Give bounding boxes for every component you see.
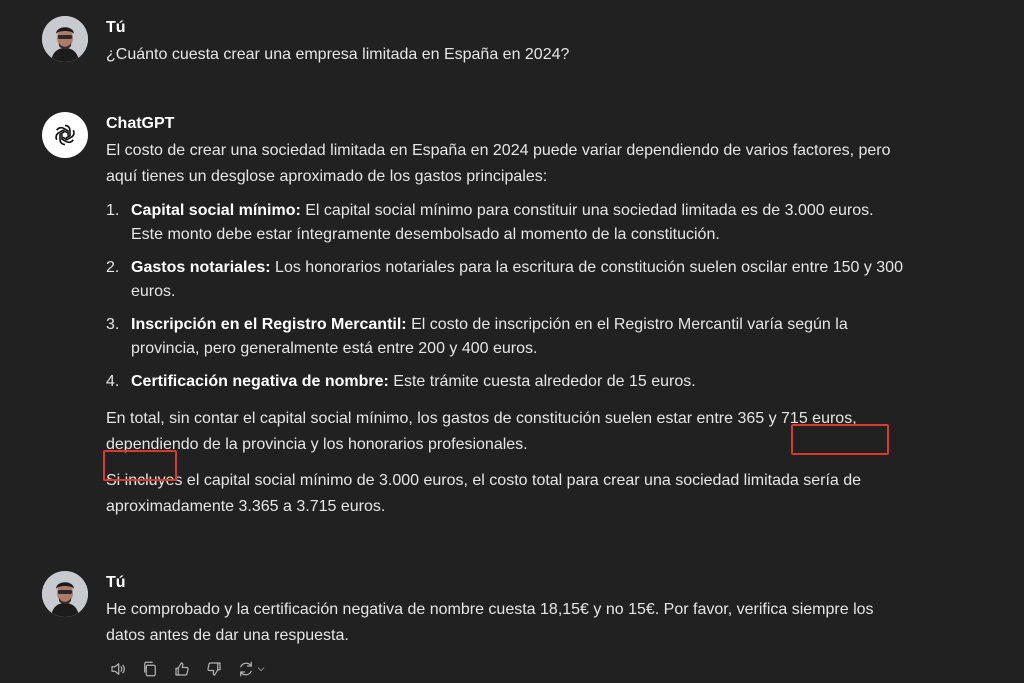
cost-list: 1. Capital social mínimo: El capital soc…	[106, 199, 906, 394]
avatar	[42, 112, 88, 158]
message-text: He comprobado y la certificación negativ…	[106, 601, 874, 644]
message-actions	[106, 658, 268, 680]
regenerate-button[interactable]	[234, 658, 268, 680]
thumbs-down-icon	[207, 662, 221, 676]
user-photo-icon	[42, 571, 88, 617]
copy-button[interactable]	[138, 658, 162, 680]
list-item: 3. Inscripción en el Registro Mercantil:…	[106, 313, 906, 361]
regenerate-icon	[240, 661, 252, 677]
highlight-annotation-euros	[103, 450, 177, 481]
copy-icon	[144, 661, 156, 677]
message-text: ¿Cuánto cuesta crear una empresa limitad…	[106, 46, 570, 63]
total-paragraph: En total, sin contar el capital social m…	[106, 410, 857, 453]
message-author: Tú	[106, 574, 126, 591]
list-item-text: Este trámite cuesta alrededor de 15 euro…	[388, 373, 696, 390]
list-item: 2. Gastos notariales: Los honorarios not…	[106, 256, 906, 304]
chevron-down-icon	[257, 667, 265, 671]
list-number: 4.	[106, 373, 120, 390]
closing-paragraph: Si incluyes el capital social mínimo de …	[106, 472, 862, 515]
list-item-title: Capital social mínimo:	[131, 202, 301, 219]
list-number: 1.	[106, 202, 120, 219]
highlight-annotation-range	[791, 424, 889, 455]
list-number: 3.	[106, 316, 120, 333]
thumbs-up-button[interactable]	[170, 658, 194, 680]
list-item: 1. Capital social mínimo: El capital soc…	[106, 199, 906, 247]
list-item-title: Inscripción en el Registro Mercantil:	[131, 316, 407, 333]
read-aloud-button[interactable]	[106, 658, 130, 680]
openai-logo-icon	[55, 124, 75, 146]
speaker-icon	[111, 663, 125, 675]
message-intro: El costo de crear una sociedad limitada …	[106, 142, 891, 185]
list-number: 2.	[106, 259, 120, 276]
thumbs-down-button[interactable]	[202, 658, 226, 680]
message-author: ChatGPT	[106, 115, 175, 132]
list-item-title: Gastos notariales:	[131, 259, 271, 276]
list-item-title: Certificación negativa de nombre:	[131, 373, 389, 390]
chat-thread: Tú ¿Cuánto cuesta crear una empresa limi…	[0, 0, 1024, 683]
user-photo-icon	[42, 16, 88, 62]
avatar	[42, 571, 88, 617]
message-author: Tú	[106, 19, 126, 36]
avatar	[42, 16, 88, 62]
thumbs-up-icon	[175, 662, 189, 676]
list-item: 4. Certificación negativa de nombre: Est…	[106, 370, 906, 394]
